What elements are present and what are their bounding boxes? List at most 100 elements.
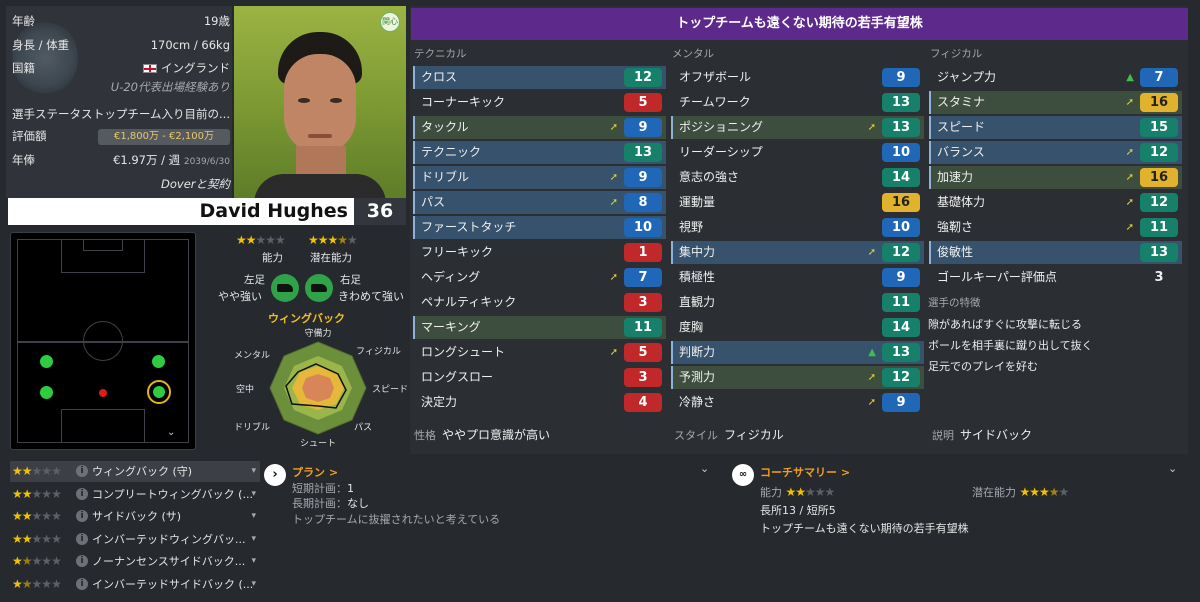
attribute-name: ヘディング <box>421 270 481 284</box>
trend-arrow-icon: ▲ <box>868 347 876 358</box>
attribute-row[interactable]: ペナルティキック 3 <box>413 291 666 314</box>
attribute-row[interactable]: スタミナ ➚ 16 <box>929 91 1182 114</box>
attribute-row[interactable]: バランス ➚ 12 <box>929 141 1182 164</box>
role-row[interactable]: ★★★★★ i サイドバック (サ) ▾ <box>10 506 260 527</box>
attribute-row[interactable]: ファーストタッチ 10 <box>413 216 666 239</box>
attribute-row[interactable]: 基礎体力 ➚ 12 <box>929 191 1182 214</box>
interest-badge[interactable]: 関心 <box>380 12 400 32</box>
role-row[interactable]: ★★★★★ i コンプリートウィングバック (... ▾ <box>10 484 260 505</box>
trend-arrow-icon: ➚ <box>609 347 618 358</box>
trait-item[interactable]: 足元でのプレイを好む <box>928 356 1093 377</box>
role-chevron-icon[interactable]: ▾ <box>251 529 256 550</box>
attribute-row[interactable]: マーキング 11 <box>413 316 666 339</box>
plan-title[interactable]: プラン > <box>292 464 338 480</box>
info-icon[interactable]: i <box>76 555 88 567</box>
attribute-row[interactable]: テクニック 13 <box>413 141 666 164</box>
radar-label: 守備力 <box>304 327 331 339</box>
attribute-row[interactable]: 判断力 ▲ 13 <box>671 341 924 364</box>
mental-header: メンタル <box>672 48 714 60</box>
attribute-row[interactable]: 集中力 ➚ 12 <box>671 241 924 264</box>
attribute-row[interactable]: ロングシュート ➚ 5 <box>413 341 666 364</box>
attribute-row[interactable]: 意志の強さ 14 <box>671 166 924 189</box>
info-icon[interactable]: i <box>76 487 88 500</box>
position-pitch[interactable]: ⌄ <box>10 232 196 450</box>
chevron-down-icon[interactable]: ⌄ <box>167 427 175 438</box>
attribute-name: スタミナ <box>937 95 986 109</box>
attribute-row[interactable]: オフザボール 9 <box>671 66 924 89</box>
attribute-row[interactable]: ドリブル ➚ 9 <box>413 166 666 189</box>
physical-header: フィジカル <box>930 48 983 60</box>
contract-club[interactable]: Doverと契約 <box>161 175 230 193</box>
attribute-row[interactable]: ポジショニング ➚ 13 <box>671 116 924 139</box>
attribute-row[interactable]: 予測力 ➚ 12 <box>671 366 924 389</box>
attribute-row[interactable]: パス ➚ 8 <box>413 191 666 214</box>
attribute-value: 10 <box>882 143 920 162</box>
attribute-row[interactable]: 度胸 14 <box>671 316 924 339</box>
role-stars: ★★★★★ <box>12 576 62 591</box>
attribute-row[interactable]: 強靭さ ➚ 11 <box>929 216 1182 239</box>
role-row[interactable]: ★★★★★ i ノーナンセンスサイドバック... ▾ <box>10 551 260 572</box>
role-row[interactable]: ★★★★★ i ウィングバック (守) ▾ <box>10 461 260 482</box>
role-chevron-icon[interactable]: ▾ <box>251 506 256 527</box>
attribute-name: タックル <box>421 120 469 134</box>
role-row[interactable]: ★★★★★ i インバーテッドサイドバック (... ▾ <box>10 574 260 595</box>
attribute-name: ファーストタッチ <box>421 220 517 234</box>
role-chevron-icon[interactable]: ▾ <box>251 574 256 595</box>
value-pill: €1,800万 - €2,100万 <box>98 129 230 145</box>
attribute-row[interactable]: 加速力 ➚ 16 <box>929 166 1182 189</box>
role-chevron-icon[interactable]: ▾ <box>251 551 256 572</box>
trend-arrow-icon: ➚ <box>867 247 876 258</box>
long-plan-value: なし <box>347 497 369 510</box>
trend-arrow-icon: ➚ <box>867 122 876 133</box>
role-chevron-icon[interactable]: ▾ <box>251 484 256 505</box>
attribute-row[interactable]: 視野 10 <box>671 216 924 239</box>
attribute-row[interactable]: チームワーク 13 <box>671 91 924 114</box>
info-icon[interactable]: i <box>76 510 88 522</box>
attribute-value: 11 <box>624 318 662 337</box>
attribute-row[interactable]: コーナーキック 5 <box>413 91 666 114</box>
attribute-row[interactable]: リーダーシップ 10 <box>671 141 924 164</box>
trait-item[interactable]: ボールを相手裏に蹴り出して抜く <box>928 335 1093 356</box>
age-label: 年齢 <box>12 14 35 28</box>
attribute-row[interactable]: ジャンプ力 ▲ 7 <box>929 66 1182 89</box>
attribute-row[interactable]: ロングスロー 3 <box>413 366 666 389</box>
attribute-row[interactable]: タックル ➚ 9 <box>413 116 666 139</box>
info-icon[interactable]: i <box>76 532 88 545</box>
coach-summary-title[interactable]: コーチサマリー > <box>760 464 850 480</box>
status-value[interactable]: トップチーム入り目前の... <box>93 105 230 123</box>
info-icon[interactable]: i <box>76 465 88 477</box>
status-label: 選手ステータス <box>12 107 93 121</box>
attribute-row[interactable]: クロス 12 <box>413 66 666 89</box>
nationality-value[interactable]: イングランド <box>161 61 230 75</box>
attribute-name: ロングスロー <box>421 370 494 384</box>
style-label: スタイル <box>674 429 718 442</box>
info-icon[interactable]: i <box>76 577 88 590</box>
attribute-name: 冷静さ <box>679 395 716 409</box>
coach-chevron-down-icon[interactable]: ⌄ <box>1168 462 1177 475</box>
attribute-row[interactable]: ヘディング ➚ 7 <box>413 266 666 289</box>
attribute-name: ポジショニング <box>679 120 764 134</box>
infinity-icon[interactable]: ∞ <box>732 464 754 486</box>
attribute-row[interactable]: 冷静さ ➚ 9 <box>671 391 924 414</box>
attribute-row[interactable]: フリーキック 1 <box>413 241 666 264</box>
attribute-row[interactable]: 決定力 4 <box>413 391 666 414</box>
attribute-row[interactable]: 俊敏性 13 <box>929 241 1182 264</box>
attribute-value: 7 <box>1140 68 1178 87</box>
next-arrow-button[interactable]: › <box>264 464 286 486</box>
age-value: 19歳 <box>203 14 230 28</box>
plan-chevron-down-icon[interactable]: ⌄ <box>700 462 709 475</box>
short-plan-label: 短期計画： <box>292 482 347 495</box>
description-row: 説明 サイドバック <box>932 426 1032 443</box>
potential-label: 潜在能力 <box>310 252 352 264</box>
attribute-name: フリーキック <box>421 245 494 259</box>
trait-item[interactable]: 隙があればすぐに攻撃に転じる <box>928 314 1093 335</box>
personality-value[interactable]: ややプロ意識が高い <box>442 428 550 442</box>
attribute-row[interactable]: スピード 15 <box>929 116 1182 139</box>
role-row[interactable]: ★★★★★ i インバーテッドウィングバッ... ▾ <box>10 529 260 550</box>
attribute-row[interactable]: 運動量 16 <box>671 191 924 214</box>
attribute-row[interactable]: ゴールキーパー評価点 3 <box>929 266 1182 289</box>
left-foot-value: やや強い <box>218 290 262 303</box>
attribute-row[interactable]: 直観力 11 <box>671 291 924 314</box>
role-chevron-icon[interactable]: ▾ <box>251 461 256 482</box>
attribute-row[interactable]: 積極性 9 <box>671 266 924 289</box>
